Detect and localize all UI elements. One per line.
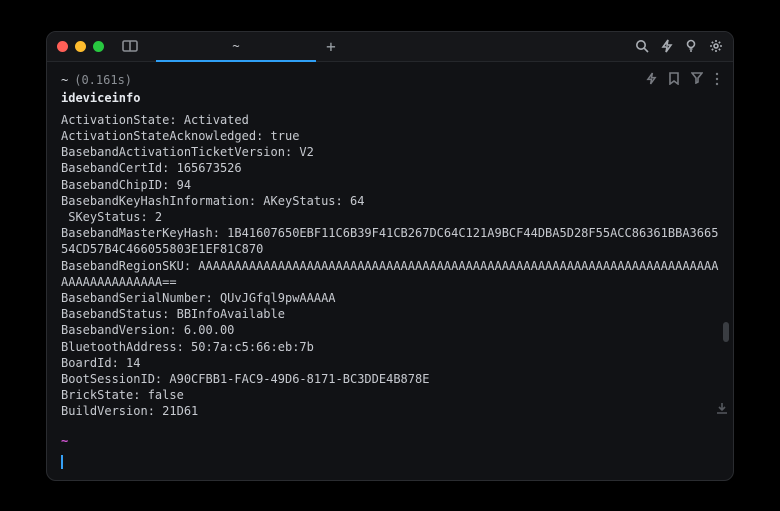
- split-pane-icon[interactable]: [122, 40, 138, 52]
- terminal-window: ~ + ~ (0.161s) ideviceinfo: [46, 31, 734, 481]
- output-line: BasebandVersion: 6.00.00: [61, 322, 719, 338]
- bookmark-icon[interactable]: [669, 72, 679, 90]
- plus-icon: +: [326, 37, 336, 56]
- output-line: BluetoothAddress: 50:7a:c5:66:eb:7b: [61, 339, 719, 355]
- command-timing: (0.161s): [74, 72, 132, 88]
- scrollbar-thumb[interactable]: [723, 322, 729, 342]
- prompt-path: ~: [61, 72, 68, 88]
- minimize-icon[interactable]: [75, 41, 86, 52]
- output-line: BasebandKeyHashInformation: AKeyStatus: …: [61, 193, 719, 209]
- output-line: ActivationState: Activated: [61, 112, 719, 128]
- command-name: ideviceinfo: [61, 90, 719, 106]
- filter-icon[interactable]: [691, 72, 703, 90]
- output-line: BasebandRegionSKU: AAAAAAAAAAAAAAAAAAAAA…: [61, 258, 719, 290]
- cursor: [61, 455, 63, 469]
- zoom-icon[interactable]: [93, 41, 104, 52]
- output-line: BasebandActivationTicketVersion: V2: [61, 144, 719, 160]
- titlebar-actions: [635, 39, 723, 53]
- gear-icon[interactable]: [709, 39, 723, 53]
- bolt-icon[interactable]: [646, 72, 657, 90]
- command-header: ~ (0.161s): [61, 72, 719, 90]
- input-line[interactable]: [61, 454, 719, 470]
- more-icon[interactable]: [715, 72, 719, 90]
- output-line: BuildVersion: 21D61: [61, 403, 719, 419]
- output-line: BasebandCertId: 165673526: [61, 160, 719, 176]
- titlebar: ~ +: [47, 32, 733, 62]
- download-icon[interactable]: [715, 401, 729, 419]
- close-icon[interactable]: [57, 41, 68, 52]
- command-output: ActivationState: ActivatedActivationStat…: [61, 112, 719, 420]
- tab-home[interactable]: ~: [156, 32, 316, 61]
- bulb-icon[interactable]: [685, 39, 697, 53]
- output-line: BasebandChipID: 94: [61, 177, 719, 193]
- output-line: BasebandMasterKeyHash: 1B41607650EBF11C6…: [61, 225, 719, 257]
- window-controls: [57, 41, 104, 52]
- tabs: ~ +: [156, 32, 627, 61]
- prompt-current: ~: [61, 433, 719, 449]
- output-line: BoardId: 14: [61, 355, 719, 371]
- terminal-content[interactable]: ~ (0.161s) ideviceinfo ActivationState: …: [47, 62, 733, 480]
- search-icon[interactable]: [635, 39, 649, 53]
- block-actions: [646, 72, 719, 90]
- output-line: SKeyStatus: 2: [61, 209, 719, 225]
- output-line: BasebandStatus: BBInfoAvailable: [61, 306, 719, 322]
- output-line: BasebandSerialNumber: QUvJGfql9pwAAAAA: [61, 290, 719, 306]
- new-tab-button[interactable]: +: [316, 32, 346, 61]
- tab-label: ~: [232, 39, 239, 53]
- output-line: ActivationStateAcknowledged: true: [61, 128, 719, 144]
- output-line: BootSessionID: A90CFBB1-FAC9-49D6-8171-B…: [61, 371, 719, 387]
- bolt-icon[interactable]: [661, 39, 673, 53]
- output-line: BrickState: false: [61, 387, 719, 403]
